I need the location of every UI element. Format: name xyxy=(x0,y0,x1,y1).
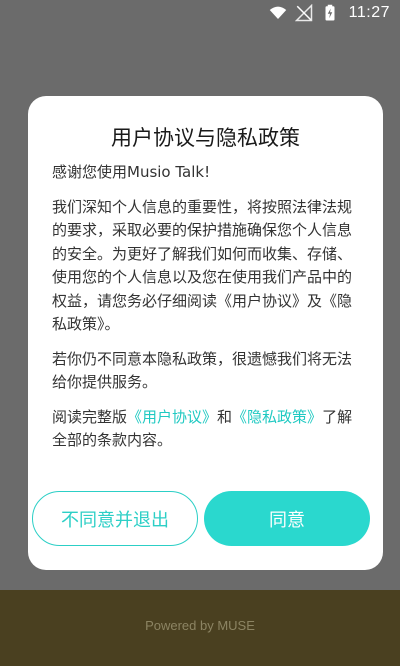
no-signal-icon xyxy=(294,4,312,22)
privacy-policy-link[interactable]: 《隐私政策》 xyxy=(232,408,322,426)
dialog-title: 用户协议与隐私政策 xyxy=(111,126,300,150)
agree-button[interactable]: 同意 xyxy=(204,491,370,546)
read-full-middle: 和 xyxy=(217,407,233,426)
paragraph-privacy-importance: 我们深知个人信息的重要性，将按照法律法规的要求，采取必要的保护措施确保您个人信息… xyxy=(52,197,353,334)
decline-and-exit-button[interactable]: 不同意并退出 xyxy=(32,491,198,546)
status-icons: 11:27 xyxy=(269,4,390,22)
read-full-prefix: 阅读完整版 xyxy=(52,407,128,426)
paragraph-decline-notice: 若你仍不同意本隐私政策，很遗憾我们将无法给你提供服务。 xyxy=(52,349,353,392)
paragraph-read-full: 阅读完整版《用户协议》和《隐私政策》了解全部的条款内容。 xyxy=(52,406,364,453)
dialog-body: 感谢您使用Musio Talk! 我们深知个人信息的重要性，将按照法律法规的要求… xyxy=(52,161,364,464)
status-bar: 11:27 xyxy=(0,0,400,26)
greeting-text: 感谢您使用Musio Talk! xyxy=(52,163,211,181)
user-agreement-link[interactable]: 《用户协议》 xyxy=(127,408,217,426)
privacy-dialog: 用户协议与隐私政策 感谢您使用Musio Talk! 我们深知个人信息的重要性，… xyxy=(28,96,383,570)
status-time: 11:27 xyxy=(348,4,390,21)
wifi-icon xyxy=(269,6,286,19)
powered-by-text: Powered by MUSE xyxy=(145,618,255,633)
battery-charging-icon xyxy=(325,4,335,21)
